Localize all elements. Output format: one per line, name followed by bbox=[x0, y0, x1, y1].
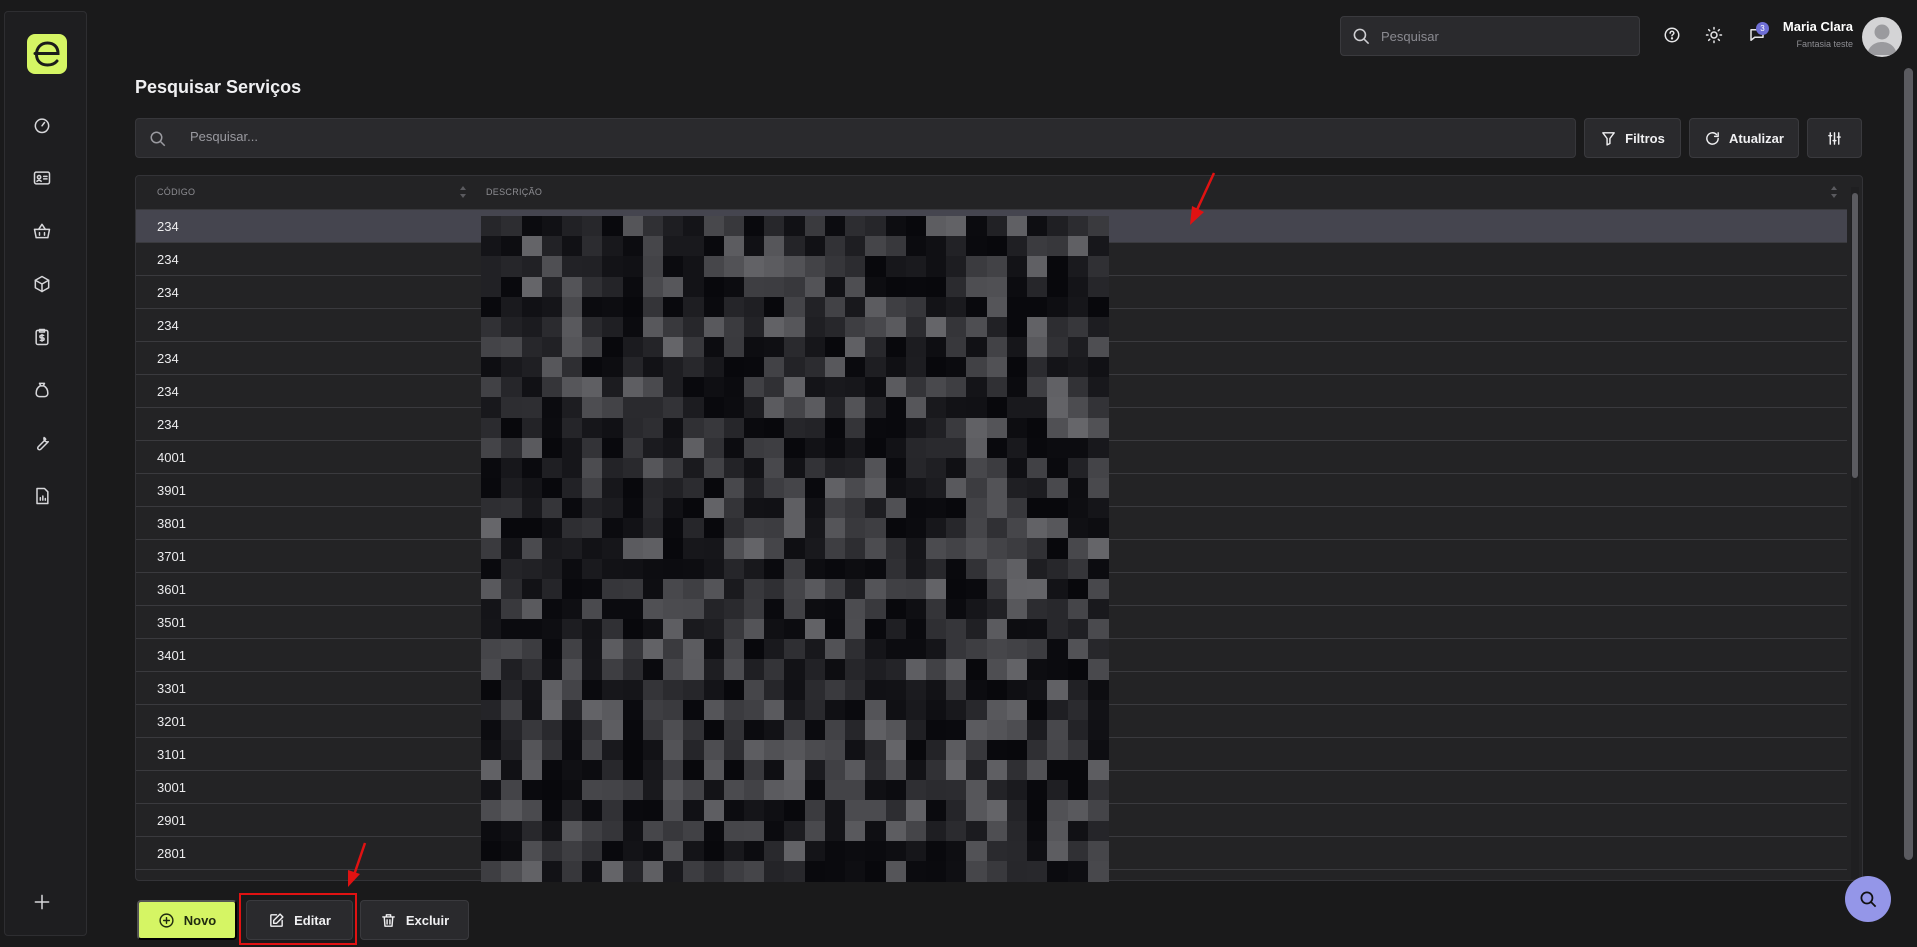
cell-code: 234 bbox=[157, 351, 179, 366]
cell-code: 234 bbox=[157, 417, 179, 432]
delete-label: Excluir bbox=[405, 912, 450, 928]
edit-label: Editar bbox=[294, 912, 331, 928]
cell-code: 234 bbox=[157, 219, 179, 234]
cell-code: 3301 bbox=[157, 681, 186, 696]
redacted-description-area bbox=[481, 216, 1109, 882]
search-fab[interactable] bbox=[1845, 876, 1891, 922]
refresh-icon bbox=[1706, 131, 1719, 145]
plus-circle-icon bbox=[159, 912, 174, 928]
global-search bbox=[1340, 16, 1640, 56]
table-scrollbar[interactable] bbox=[1851, 187, 1859, 879]
cell-code: 234 bbox=[157, 318, 179, 333]
cell-code: 3101 bbox=[157, 747, 186, 762]
cell-code: 3001 bbox=[157, 780, 186, 795]
search-icon bbox=[1353, 28, 1370, 45]
cell-code: 4001 bbox=[157, 450, 186, 465]
help-icon[interactable] bbox=[1661, 24, 1683, 46]
cell-code: 234 bbox=[157, 285, 179, 300]
cell-code: 234 bbox=[157, 252, 179, 267]
plus-icon[interactable] bbox=[29, 889, 55, 915]
refresh-button[interactable]: Atualizar bbox=[1689, 118, 1799, 158]
page-scrollbar[interactable] bbox=[1904, 68, 1913, 860]
cell-code: 2801 bbox=[157, 846, 186, 861]
edit-button[interactable]: Editar bbox=[246, 900, 353, 940]
logo-icon bbox=[33, 41, 60, 67]
clipboard-dollar-icon[interactable] bbox=[29, 324, 55, 350]
cell-code: 234 bbox=[157, 384, 179, 399]
search-icon bbox=[150, 131, 166, 147]
box-icon[interactable] bbox=[29, 271, 55, 297]
cell-code: 3801 bbox=[157, 516, 186, 531]
page-title: Pesquisar Serviços bbox=[135, 77, 302, 97]
cell-code: 2901 bbox=[157, 813, 186, 828]
id-card-icon[interactable] bbox=[29, 165, 55, 191]
theme-toggle-icon[interactable] bbox=[1703, 24, 1725, 46]
filters-label: Filtros bbox=[1625, 130, 1665, 146]
user-name: Maria Clara bbox=[1782, 19, 1853, 34]
column-settings-button[interactable] bbox=[1807, 118, 1862, 158]
trash-icon bbox=[381, 913, 395, 927]
annotation-arrow bbox=[348, 842, 367, 887]
table-scroll-thumb[interactable] bbox=[1852, 193, 1858, 478]
money-bag-icon[interactable] bbox=[29, 377, 55, 403]
user-company: Fantasia teste bbox=[1796, 39, 1853, 49]
search-icon bbox=[1860, 891, 1876, 907]
wrench-icon[interactable] bbox=[29, 430, 55, 456]
cell-code: 3601 bbox=[157, 582, 186, 597]
edit-icon bbox=[270, 912, 284, 927]
user-icon bbox=[1867, 24, 1897, 55]
avatar[interactable] bbox=[1862, 17, 1902, 57]
cell-code: 3901 bbox=[157, 483, 186, 498]
notifications-icon[interactable]: 3 bbox=[1746, 22, 1769, 46]
column-header-description[interactable]: DESCRIÇÃO bbox=[486, 187, 542, 197]
filter-icon bbox=[1602, 131, 1615, 146]
cell-code: 3401 bbox=[157, 648, 186, 663]
cell-code: 3701 bbox=[157, 549, 186, 564]
delete-button[interactable]: Excluir bbox=[360, 900, 469, 940]
service-search bbox=[135, 118, 1576, 158]
speedometer-icon[interactable] bbox=[29, 112, 55, 138]
refresh-label: Atualizar bbox=[1729, 130, 1784, 146]
column-header-code[interactable]: CÓDIGO bbox=[157, 187, 195, 197]
table-header: CÓDIGO DESCRIÇÃO bbox=[136, 176, 1847, 210]
service-search-input[interactable] bbox=[190, 129, 1550, 144]
sort-icon[interactable] bbox=[458, 184, 468, 200]
app-logo[interactable] bbox=[27, 34, 67, 74]
cell-code: 3201 bbox=[157, 714, 186, 729]
basket-icon[interactable] bbox=[29, 218, 55, 244]
sidebar bbox=[4, 11, 87, 936]
filters-button[interactable]: Filtros bbox=[1584, 118, 1681, 158]
sort-icon[interactable] bbox=[1829, 184, 1839, 200]
sliders-icon bbox=[1828, 131, 1841, 145]
global-search-input[interactable] bbox=[1381, 28, 1621, 44]
report-chart-icon[interactable] bbox=[29, 483, 55, 509]
annotation-arrow bbox=[1190, 172, 1216, 225]
new-button[interactable]: Novo bbox=[137, 900, 237, 940]
new-label: Novo bbox=[183, 912, 217, 928]
cell-code: 2701 bbox=[157, 879, 186, 880]
cell-code: 3501 bbox=[157, 615, 186, 630]
notification-badge: 3 bbox=[1756, 22, 1769, 35]
